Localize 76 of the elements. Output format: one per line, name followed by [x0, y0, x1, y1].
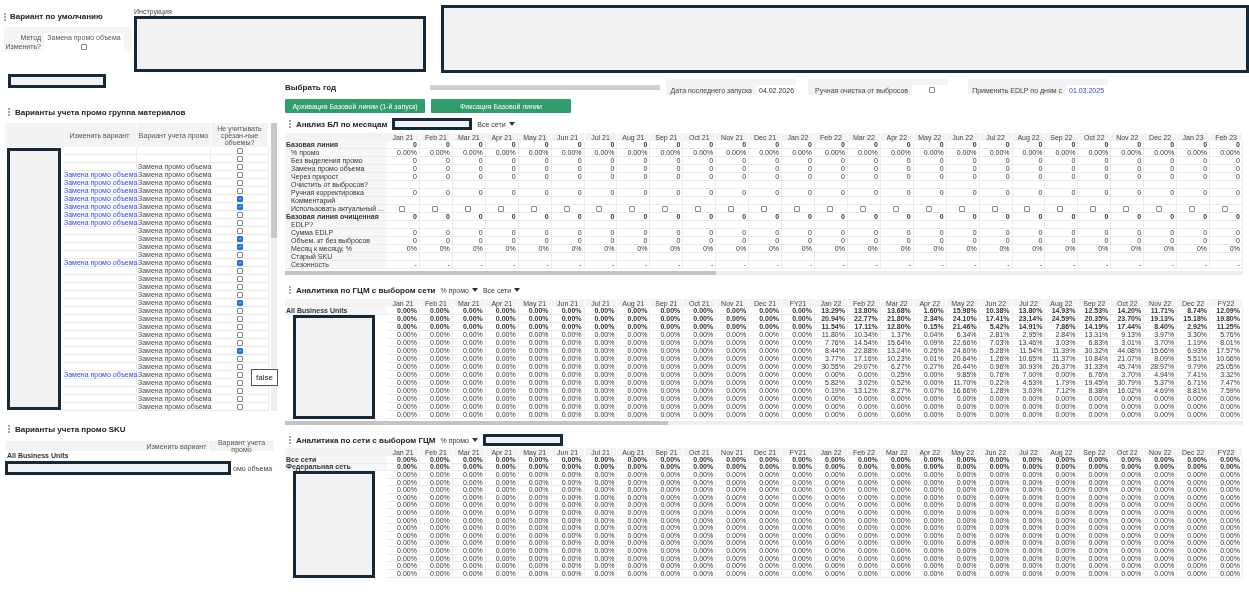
checkbox[interactable]	[237, 227, 243, 234]
checkbox[interactable]	[81, 43, 87, 50]
checkbox[interactable]	[928, 87, 935, 93]
section-title: Варианты учета промо группа материалов	[15, 107, 186, 117]
checkbox[interactable]	[237, 291, 243, 298]
checkbox[interactable]	[1222, 205, 1228, 212]
section-title: Вариант по умолчанию	[10, 12, 103, 21]
checkbox[interactable]	[826, 205, 833, 212]
caret-icon	[471, 288, 478, 292]
caret-icon	[514, 288, 521, 292]
checkbox[interactable]	[1189, 205, 1196, 212]
checkbox[interactable]	[761, 205, 768, 212]
checkbox[interactable]	[237, 163, 243, 170]
checkbox[interactable]	[237, 219, 243, 226]
checkbox[interactable]	[237, 187, 243, 194]
checkbox[interactable]	[237, 171, 243, 178]
checkbox[interactable]	[237, 275, 243, 282]
checkbox[interactable]	[237, 315, 243, 322]
checkbox[interactable]	[237, 307, 243, 314]
checkbox[interactable]	[497, 205, 504, 212]
checkbox[interactable]	[237, 235, 243, 242]
checkbox[interactable]	[1156, 205, 1163, 212]
scrollbar[interactable]	[271, 123, 277, 411]
checkbox[interactable]	[431, 205, 438, 212]
checkbox[interactable]	[237, 387, 243, 394]
section-title: Анализ БЛ по месяцам	[296, 119, 388, 129]
checkbox[interactable]	[1090, 205, 1097, 212]
checkbox[interactable]	[629, 205, 636, 212]
checkbox[interactable]	[958, 205, 965, 212]
checkbox[interactable]	[237, 195, 243, 202]
checkbox[interactable]	[237, 203, 243, 210]
checkbox[interactable]	[1024, 205, 1031, 212]
checkbox[interactable]	[563, 205, 570, 212]
checkbox[interactable]	[237, 299, 243, 306]
checkbox[interactable]	[237, 211, 243, 218]
checkbox[interactable]	[237, 339, 243, 346]
checkbox[interactable]	[530, 205, 537, 212]
checkbox[interactable]	[728, 205, 735, 212]
checkbox[interactable]	[859, 205, 866, 212]
checkbox[interactable]	[237, 331, 243, 338]
checkbox[interactable]	[237, 283, 243, 290]
checkbox[interactable]	[237, 243, 243, 250]
checkbox[interactable]	[237, 363, 243, 370]
section-title: Аналитика по сети с выбором ГЦМ	[296, 435, 436, 445]
checkbox[interactable]	[237, 403, 243, 410]
checkbox[interactable]	[1123, 205, 1130, 212]
checkbox[interactable]	[237, 259, 243, 266]
checkbox[interactable]	[695, 205, 702, 212]
checkbox[interactable]	[237, 155, 243, 162]
checkbox[interactable]	[237, 355, 243, 362]
checkbox[interactable]	[237, 267, 243, 274]
checkbox[interactable]	[237, 371, 243, 378]
checkbox[interactable]	[237, 251, 243, 258]
year-label: Выбрать год	[285, 82, 338, 92]
caret-icon	[471, 438, 478, 442]
checkbox[interactable]	[237, 379, 243, 386]
checkbox[interactable]	[464, 205, 471, 212]
scrollbar[interactable]	[285, 271, 1243, 275]
scrollbar[interactable]	[285, 421, 1243, 425]
caret-icon	[508, 122, 515, 126]
checkbox[interactable]	[892, 205, 899, 212]
tooltip: false	[251, 369, 278, 386]
checkbox[interactable]	[991, 205, 998, 212]
checkbox[interactable]	[237, 179, 243, 186]
checkbox[interactable]	[662, 205, 669, 212]
checkbox[interactable]	[237, 395, 243, 402]
checkbox[interactable]	[237, 323, 243, 330]
checkbox[interactable]	[925, 205, 932, 212]
checkbox[interactable]	[596, 205, 603, 212]
section-title: Аналитика по ГЦМ с выбором сети	[296, 285, 436, 295]
checkbox[interactable]	[237, 347, 243, 354]
checkbox[interactable]	[1057, 205, 1064, 212]
checkbox[interactable]	[398, 205, 405, 212]
checkbox[interactable]	[237, 147, 243, 154]
checkbox[interactable]	[794, 205, 800, 212]
section-title: Варианты учета промо SKU	[15, 424, 126, 434]
